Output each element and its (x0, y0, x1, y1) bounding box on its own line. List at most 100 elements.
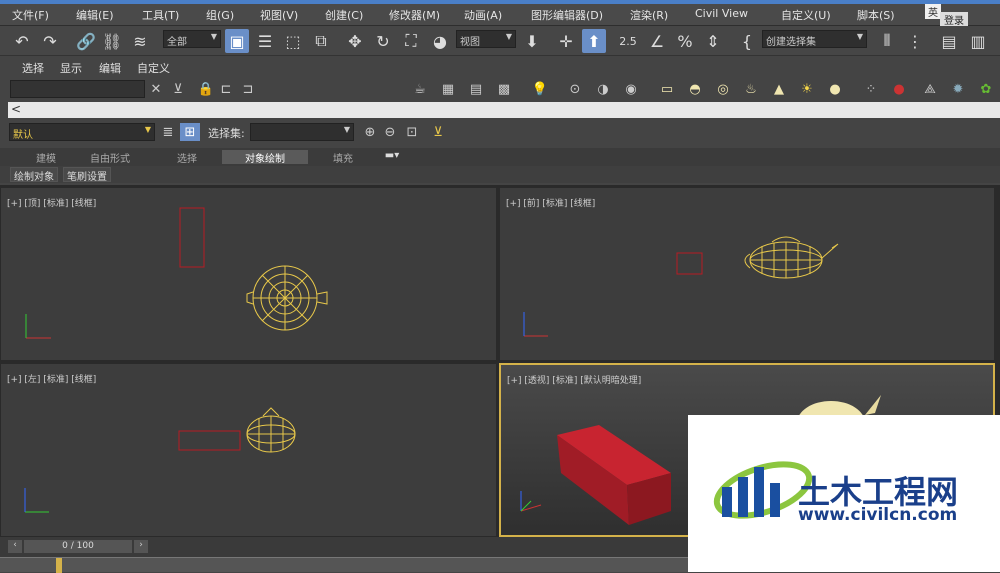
undo-icon[interactable]: ↶ (10, 29, 34, 53)
unlink-icon[interactable]: ⛓ (100, 29, 124, 53)
panel-paint-objects[interactable]: 绘制对象 (10, 167, 58, 183)
layer-explorer-icon[interactable]: ▥ (966, 29, 990, 53)
pivot-center-icon[interactable]: ⬇ (520, 29, 544, 53)
tab-modeling[interactable]: 建模 (34, 150, 58, 165)
panel-brush-settings[interactable]: 笔刷设置 (63, 167, 111, 183)
bind-space-warp-icon[interactable]: ≋ (128, 29, 152, 53)
current-frame-marker[interactable] (56, 558, 62, 573)
edit-named-selection-icon[interactable]: { (735, 29, 759, 53)
menu-civil-view[interactable]: Civil View (695, 7, 748, 20)
material-icon[interactable]: ◑ (593, 80, 613, 98)
menu-group[interactable]: 组(G) (206, 7, 234, 23)
teapot-wireframe[interactable] (246, 265, 328, 331)
box-wireframe[interactable] (178, 430, 241, 451)
snaps-toggle-icon[interactable]: 2.5 (616, 29, 640, 53)
gear-icon[interactable]: ✹ (948, 80, 968, 98)
sun-icon[interactable]: ☀ (797, 80, 817, 98)
tab-customize[interactable]: 自定义 (137, 60, 170, 76)
move-icon[interactable]: ✥ (343, 29, 367, 53)
menu-view[interactable]: 视图(V) (260, 7, 298, 23)
add-to-set-icon[interactable]: ⊕ (360, 123, 380, 141)
render-frame-icon[interactable]: ▦ (438, 80, 458, 98)
tab-selection[interactable]: 选择 (174, 150, 200, 165)
layer-properties-icon[interactable]: ⊞ (180, 123, 200, 141)
command-panel-bar[interactable]: < (8, 102, 1000, 118)
particles-icon[interactable]: ⁘ (861, 80, 881, 98)
viewport-front[interactable]: [+] [前] [标准] [线框] (499, 187, 995, 361)
box-shaded[interactable] (557, 425, 671, 525)
timeline-next-icon[interactable]: › (134, 540, 148, 553)
tab-freeform[interactable]: 自由形式 (86, 150, 134, 165)
box-wireframe[interactable] (179, 207, 205, 268)
redo-icon[interactable]: ↷ (38, 29, 62, 53)
dynamics-icon[interactable]: ● (889, 80, 909, 98)
link-icon[interactable]: 🔗 (74, 29, 98, 53)
rendered-frame-window-icon[interactable]: ▩ (494, 80, 514, 98)
tab-edit[interactable]: 编辑 (99, 60, 121, 76)
filter-icon[interactable]: ⊻ (168, 80, 188, 98)
menu-modifiers[interactable]: 修改器(M) (389, 7, 440, 23)
spinner-snap-icon[interactable]: ⇕ (701, 29, 725, 53)
lock-icon[interactable]: 🔒 (196, 80, 216, 98)
tab-select[interactable]: 选择 (22, 60, 44, 76)
selection-filter-dropdown[interactable]: 全部 ▼ (163, 30, 221, 48)
tab-object-paint[interactable]: 对象绘制 (222, 150, 308, 165)
teapot-wireframe[interactable] (744, 236, 839, 279)
current-layer-dropdown[interactable]: 默认 ▼ (9, 123, 155, 141)
camera-alt-icon[interactable]: ◉ (621, 80, 641, 98)
keyboard-shortcut-override-icon[interactable]: ⬆ (582, 29, 606, 53)
layers-icon[interactable]: ≣ (158, 123, 178, 141)
menu-graph-editors[interactable]: 图形编辑器(D) (531, 7, 603, 23)
select-object-icon[interactable]: ▣ (225, 29, 249, 53)
sphere-primitive-icon[interactable]: ◓ (685, 80, 705, 98)
pyramid-icon[interactable]: ⟁ (920, 80, 940, 98)
angle-snap-icon[interactable]: ∠ (645, 29, 669, 53)
reference-coordinate-dropdown[interactable]: 视图 ▼ (456, 30, 516, 48)
time-slider[interactable]: 0 / 100 (24, 540, 132, 553)
tab-display[interactable]: 显示 (60, 60, 82, 76)
viewport-left[interactable]: [+] [左] [标准] [线框] (0, 363, 497, 537)
menu-scripting[interactable]: 脚本(S) (857, 7, 895, 23)
teapot-wireframe[interactable] (246, 407, 296, 453)
ribbon-options-icon[interactable]: ▬▾ (380, 150, 404, 164)
window-crossing-icon[interactable]: ⧉ (309, 29, 333, 53)
scale-icon[interactable]: ⛶ (399, 29, 423, 53)
scene-explorer-icon[interactable]: ▤ (937, 29, 961, 53)
menu-customize[interactable]: 自定义(U) (781, 7, 831, 23)
login-button[interactable]: 登录 (940, 12, 968, 27)
torus-primitive-icon[interactable]: ◎ (713, 80, 733, 98)
place-icon[interactable]: ◕ (428, 29, 452, 53)
render-setup-icon[interactable]: ▤ (466, 80, 486, 98)
align-icon[interactable]: ⋮ (903, 29, 927, 53)
teapot-primitive-icon[interactable]: ♨ (741, 80, 761, 98)
rectangular-selection-icon[interactable]: ⬚ (281, 29, 305, 53)
box-primitive-icon[interactable]: ▭ (657, 80, 677, 98)
rotate-icon[interactable]: ↻ (371, 29, 395, 53)
menu-edit[interactable]: 编辑(E) (76, 7, 114, 23)
box-wireframe[interactable] (676, 252, 703, 275)
viewport-top[interactable]: [+] [顶] [标准] [线框] (0, 187, 497, 361)
remove-from-set-icon[interactable]: ⊖ (380, 123, 400, 141)
foliage-icon[interactable]: ✿ (976, 80, 996, 98)
hierarchy-alt-icon[interactable]: ⊐ (238, 80, 258, 98)
cone-primitive-icon[interactable]: ▲ (769, 80, 789, 98)
selection-set-dropdown[interactable]: ▼ (250, 123, 354, 141)
menu-rendering[interactable]: 渲染(R) (630, 7, 668, 23)
named-selection-set-dropdown[interactable]: 创建选择集 ▼ (762, 30, 867, 48)
select-set-icon[interactable]: ⊡ (402, 123, 422, 141)
teapot-render-icon[interactable]: ☕ (410, 80, 430, 98)
menu-create[interactable]: 创建(C) (325, 7, 363, 23)
geosphere-primitive-icon[interactable]: ● (825, 80, 845, 98)
camera-icon[interactable]: ⊙ (565, 80, 585, 98)
percent-snap-icon[interactable]: % (673, 29, 697, 53)
menu-file[interactable]: 文件(F) (12, 7, 49, 23)
hierarchy-icon[interactable]: ⊏ (216, 80, 236, 98)
select-manipulate-icon[interactable]: ✛ (554, 29, 578, 53)
mirror-icon[interactable]: ⫴ (875, 29, 899, 53)
select-by-name-icon[interactable]: ☰ (253, 29, 277, 53)
light-icon[interactable]: 💡 (530, 80, 550, 98)
selection-filter-icon[interactable]: ⊻ (428, 123, 448, 141)
clear-icon[interactable]: ✕ (146, 80, 166, 98)
tab-populate[interactable]: 填充 (331, 150, 355, 165)
menu-tools[interactable]: 工具(T) (142, 7, 179, 23)
